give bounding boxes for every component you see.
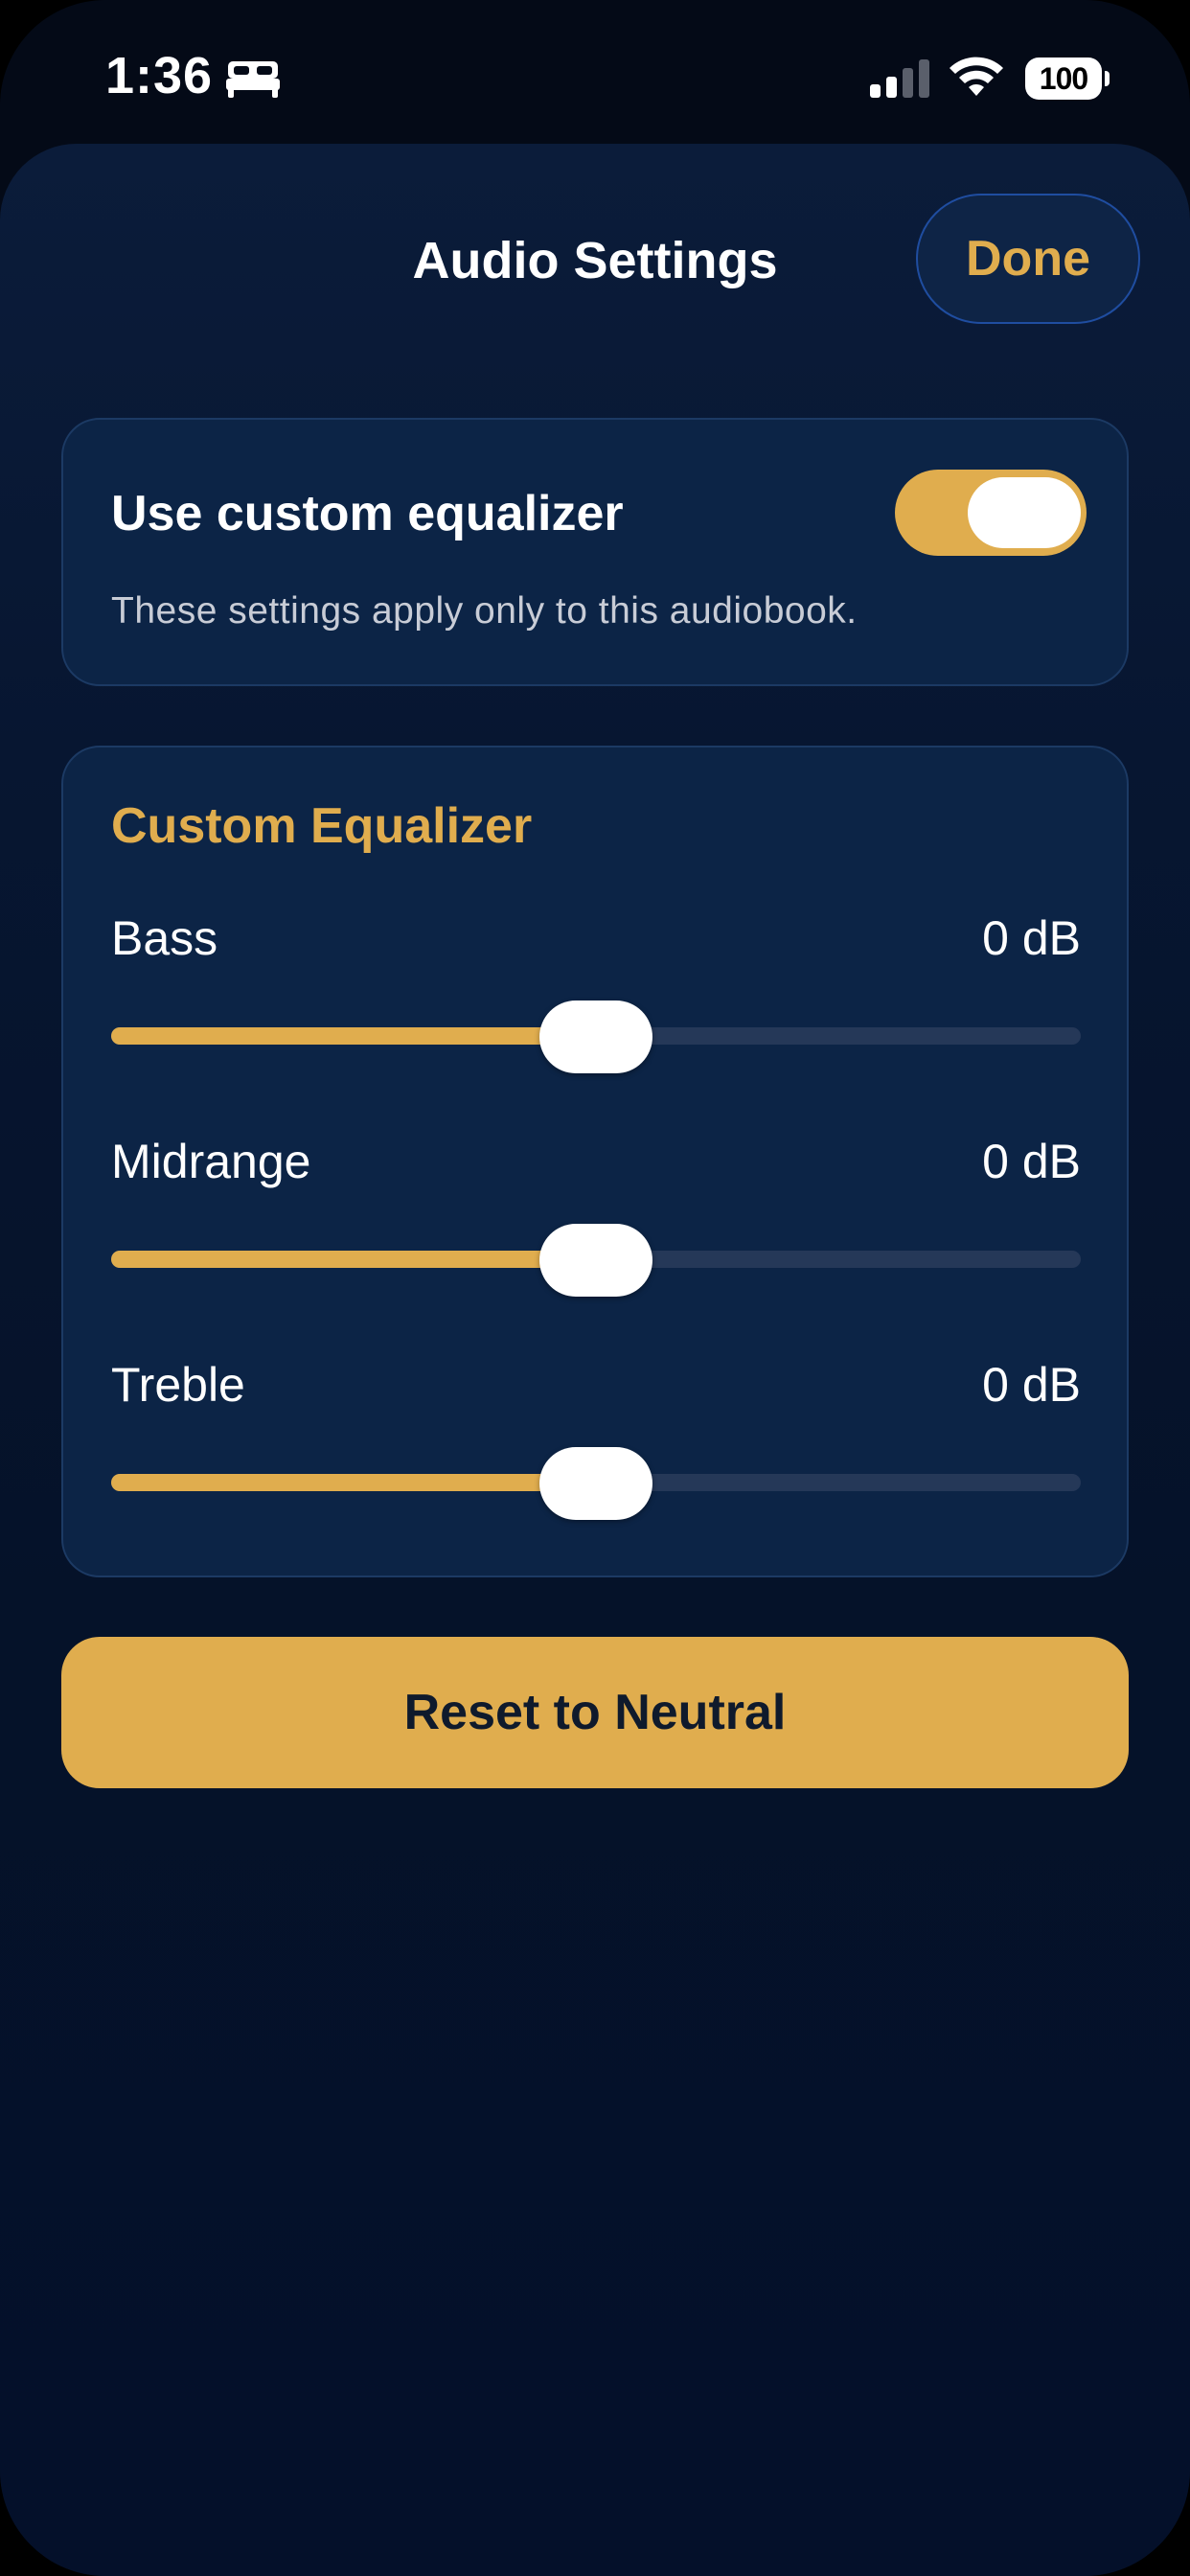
custom-equalizer-description: These settings apply only to this audiob… xyxy=(111,590,858,632)
done-button[interactable]: Done xyxy=(916,194,1140,324)
reset-to-neutral-button[interactable]: Reset to Neutral xyxy=(61,1637,1129,1788)
status-time: 1:36 xyxy=(105,47,214,104)
phone-screen: 1:36 100 Audio Settings Done Use custom … xyxy=(0,0,1190,2576)
custom-equalizer-title: Custom Equalizer xyxy=(111,798,533,854)
midrange-slider-fill xyxy=(111,1251,596,1268)
bass-slider-thumb[interactable] xyxy=(539,1000,652,1073)
band-value: 0 dB xyxy=(982,1358,1081,1412)
battery-level: 100 xyxy=(1025,58,1102,100)
toggle-knob xyxy=(968,477,1081,548)
band-value: 0 dB xyxy=(982,911,1081,965)
wifi-icon xyxy=(950,57,1003,96)
custom-equalizer-card: Custom Equalizer Bass 0 dB Midrange 0 dB… xyxy=(61,746,1129,1577)
cellular-signal-icon xyxy=(870,59,929,98)
treble-slider-thumb[interactable] xyxy=(539,1447,652,1520)
band-bass: Bass 0 dB xyxy=(111,910,1081,1102)
band-label: Treble xyxy=(111,1358,245,1412)
audio-settings-sheet: Audio Settings Done Use custom equalizer… xyxy=(0,144,1190,2576)
bass-slider-fill xyxy=(111,1027,596,1045)
battery-cap xyxy=(1105,71,1110,86)
battery-icon: 100 xyxy=(1025,58,1110,100)
treble-slider-fill xyxy=(111,1474,596,1491)
band-label: Bass xyxy=(111,911,218,965)
band-treble: Treble 0 dB xyxy=(111,1357,1081,1549)
status-bar: 1:36 100 xyxy=(0,0,1190,144)
bed-icon xyxy=(226,61,280,98)
midrange-slider-thumb[interactable] xyxy=(539,1224,652,1297)
band-label: Midrange xyxy=(111,1135,311,1188)
custom-equalizer-toggle-card: Use custom equalizer These settings appl… xyxy=(61,418,1129,686)
custom-equalizer-toggle-label: Use custom equalizer xyxy=(111,486,624,541)
band-midrange: Midrange 0 dB xyxy=(111,1134,1081,1325)
band-value: 0 dB xyxy=(982,1135,1081,1188)
custom-equalizer-toggle[interactable] xyxy=(895,470,1087,556)
